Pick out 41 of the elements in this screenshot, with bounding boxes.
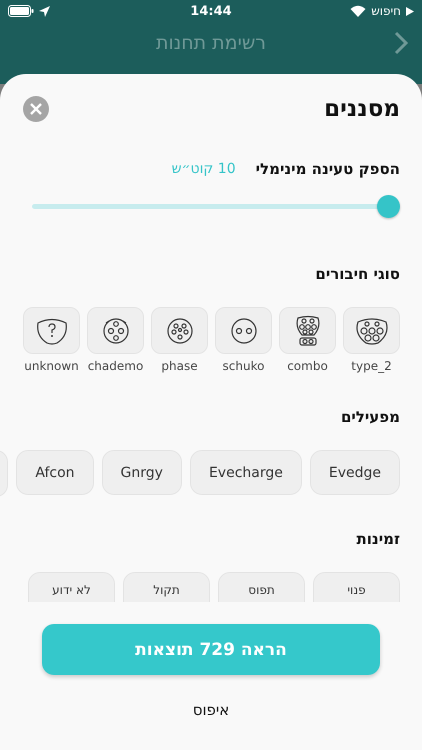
battery-icon (8, 5, 34, 17)
connector-label: unknown (24, 359, 79, 373)
connector-tile[interactable] (343, 307, 400, 354)
location-arrow-icon (39, 6, 50, 16)
connector-label: chademo (88, 359, 144, 373)
connector-label: type_2 (351, 359, 392, 373)
connector-tile[interactable] (279, 307, 336, 354)
schuko-plug-icon (228, 316, 258, 346)
wifi-icon (350, 5, 366, 17)
section-title: זמינות (356, 530, 400, 548)
operator-chip[interactable]: Evedge (310, 450, 400, 495)
availability-chip[interactable]: לא ידוע (28, 572, 115, 602)
play-triangle-icon (406, 6, 414, 16)
sheet-title: מסננים (324, 96, 400, 122)
connector-tile[interactable] (23, 307, 80, 354)
status-time: 14:44 (190, 4, 232, 18)
back-app-label[interactable]: חיפוש (371, 4, 401, 18)
connector-label: combo (287, 359, 328, 373)
chademo-plug-icon (100, 316, 130, 346)
power-label: הספק טעינה מינימלי (256, 160, 400, 178)
connector-label: phase (161, 359, 198, 373)
operator-chip[interactable]: Evecharge (190, 450, 302, 495)
type-2-plug-icon (354, 316, 390, 346)
connector-tile[interactable] (215, 307, 272, 354)
connector-tile[interactable] (87, 307, 144, 354)
slider-thumb[interactable] (377, 195, 400, 218)
reset-button[interactable]: איפוס (188, 697, 234, 723)
close-icon (30, 103, 42, 115)
nav-title: רשימת תחנות (156, 32, 266, 54)
power-reading: 10 קוט״ש (172, 161, 236, 177)
section-title: סוגי חיבורים (315, 265, 400, 283)
operator-chip[interactable]: Afcon (16, 450, 94, 495)
connector-tile[interactable] (151, 307, 208, 354)
availability-chip[interactable]: תפוס (218, 572, 305, 602)
availability-chip[interactable]: תקול (123, 572, 210, 602)
availability-chip[interactable]: פנוי (313, 572, 400, 602)
power-slider[interactable] (32, 195, 400, 218)
operator-chip[interactable]: Gnrgy (102, 450, 182, 495)
section-title: מפעילים (340, 408, 400, 426)
connector-label: schuko (222, 359, 264, 373)
phase-plug-icon (164, 316, 194, 346)
